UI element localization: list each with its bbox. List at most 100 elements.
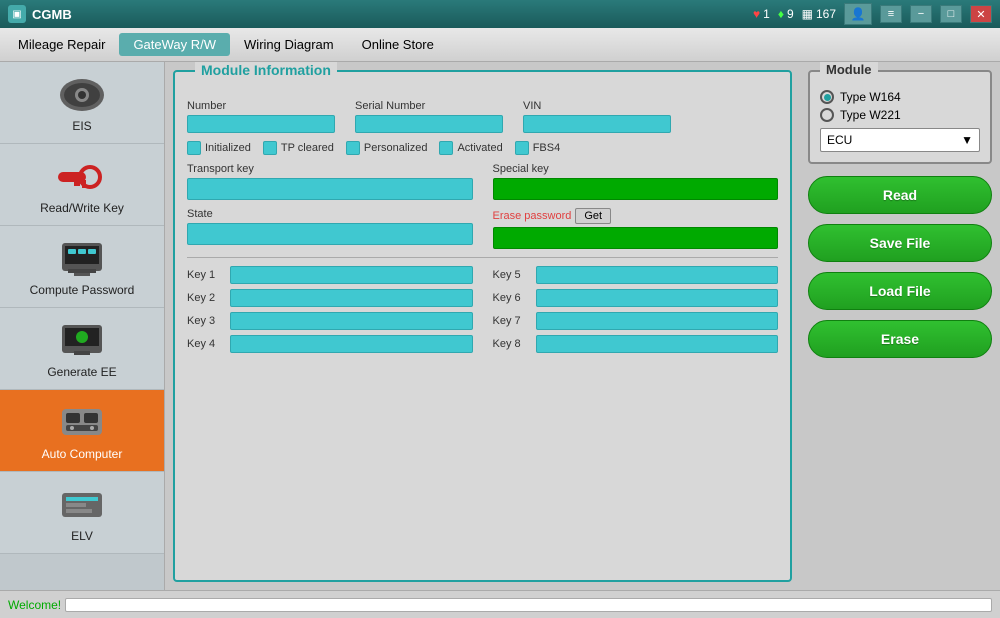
radio-w221-dot[interactable] [820,108,834,122]
radio-type-w164[interactable]: Type W164 [820,90,980,104]
checkbox-activated[interactable]: Activated [439,141,502,155]
special-key-input[interactable] [493,178,779,200]
number-input[interactable] [187,115,335,133]
transport-key-input[interactable] [187,178,473,200]
key-row-2: Key 2 [187,289,473,307]
menu-online-store[interactable]: Online Store [348,33,448,56]
radio-type-w221[interactable]: Type W221 [820,108,980,122]
tp-cleared-checkbox[interactable] [263,141,277,155]
state-input[interactable] [187,223,473,245]
main-content: EIS Read/Write Key [0,62,1000,590]
erase-button[interactable]: Erase [808,320,992,358]
state-label: State [187,208,473,220]
key6-input[interactable] [536,289,779,307]
serial-input[interactable] [355,115,503,133]
vin-label: VIN [523,100,671,112]
statusbar: Welcome! [0,590,1000,618]
ecu-select-label: ECU [827,133,852,147]
titlebar: ▣ CGMB ♥ 1 ♦ 9 ▦ 167 👤 ≡ − □ ✕ [0,0,1000,28]
module-box-title: Module [820,62,878,77]
key-row-7: Key 7 [493,312,779,330]
stat-counter: ▦ 167 [802,7,836,21]
right-col: Special key Erase password Get [493,163,779,249]
key7-label: Key 7 [493,315,528,327]
key2-input[interactable] [230,289,473,307]
divider [187,257,778,258]
erase-password-input[interactable] [493,227,779,249]
sidebar-item-eis[interactable]: EIS [0,62,164,144]
progress-bar [65,598,992,612]
get-button[interactable]: Get [575,208,611,224]
stat1-value: 1 [763,7,770,21]
maximize-button[interactable]: □ [940,5,962,23]
generate-icon [55,318,110,363]
app-title: CGMB [32,7,753,22]
fbs4-checkbox[interactable] [515,141,529,155]
select-arrow-icon: ▼ [961,133,973,147]
save-file-button[interactable]: Save File [808,224,992,262]
radio-w164-dot[interactable] [820,90,834,104]
sidebar: EIS Read/Write Key [0,62,165,590]
menu-gateway-rw[interactable]: GateWay R/W [119,33,230,56]
key-row-4: Key 4 [187,335,473,353]
menu-mileage-repair[interactable]: Mileage Repair [4,33,119,56]
sidebar-item-compute-label: Compute Password [30,283,135,297]
key4-input[interactable] [230,335,473,353]
read-button[interactable]: Read [808,176,992,214]
two-col-section: Transport key State Special key Erase pa… [187,163,778,249]
transport-key-label: Transport key [187,163,473,175]
key1-input[interactable] [230,266,473,284]
ecu-select[interactable]: ECU ▼ [820,128,980,152]
initialized-checkbox[interactable] [187,141,201,155]
menu-button[interactable]: ≡ [880,5,902,23]
sidebar-item-generate-label: Generate EE [47,365,116,379]
activated-checkbox[interactable] [439,141,453,155]
serial-label: Serial Number [355,100,503,112]
sidebar-item-readwrite-key[interactable]: Read/Write Key [0,144,164,226]
key2-label: Key 2 [187,292,222,304]
checkboxes-row: Initialized TP cleared Personalized Acti… [187,141,778,155]
key-row-1: Key 1 [187,266,473,284]
center-panel: Module Information Number Serial Number … [165,62,800,590]
radio-w164-label: Type W164 [840,90,901,104]
key7-input[interactable] [536,312,779,330]
menu-wiring-diagram[interactable]: Wiring Diagram [230,33,348,56]
sidebar-item-generate-ee[interactable]: Generate EE [0,308,164,390]
keys-grid: Key 1 Key 5 Key 2 Key 6 [187,266,778,353]
key5-label: Key 5 [493,269,528,281]
key1-label: Key 1 [187,269,222,281]
module-info-title: Module Information [195,62,337,78]
checkbox-initialized[interactable]: Initialized [187,141,251,155]
avatar[interactable]: 👤 [844,3,872,25]
erase-password-label: Erase password [493,210,572,222]
sidebar-item-readwrite-label: Read/Write Key [40,201,124,215]
menubar: Mileage Repair GateWay R/W Wiring Diagra… [0,28,1000,62]
stat-diamonds: ♦ 9 [778,7,794,21]
sidebar-item-elv[interactable]: ELV [0,472,164,554]
titlebar-controls: ♥ 1 ♦ 9 ▦ 167 👤 ≡ − □ ✕ [753,3,992,25]
sidebar-item-auto-computer[interactable]: Auto Computer [0,390,164,472]
sidebar-item-compute-password[interactable]: Compute Password [0,226,164,308]
personalized-checkbox[interactable] [346,141,360,155]
load-file-button[interactable]: Load File [808,272,992,310]
stat2-value: 9 [787,7,794,21]
checkbox-personalized[interactable]: Personalized [346,141,428,155]
initialized-label: Initialized [205,142,251,154]
key-row-8: Key 8 [493,335,779,353]
module-info-box: Module Information Number Serial Number … [173,70,792,582]
activated-label: Activated [457,142,502,154]
key5-input[interactable] [536,266,779,284]
number-label: Number [187,100,335,112]
close-button[interactable]: ✕ [970,5,992,23]
checkbox-tp-cleared[interactable]: TP cleared [263,141,334,155]
minimize-button[interactable]: − [910,5,932,23]
elv-icon [55,482,110,527]
key8-input[interactable] [536,335,779,353]
checkbox-fbs4[interactable]: FBS4 [515,141,561,155]
vin-input[interactable] [523,115,671,133]
key-icon [55,154,110,199]
eis-icon [55,72,110,117]
sidebar-item-eis-label: EIS [72,119,91,133]
personalized-label: Personalized [364,142,428,154]
key3-input[interactable] [230,312,473,330]
